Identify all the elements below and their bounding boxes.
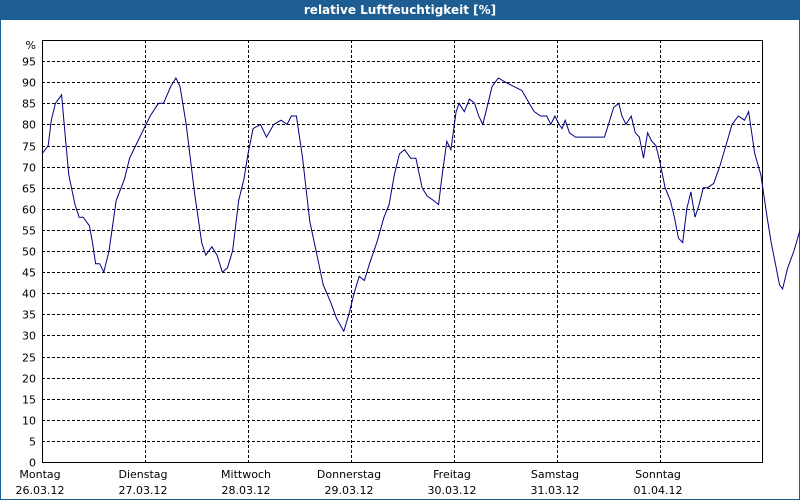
y-tick-label: 35 (22, 309, 36, 322)
y-tick-label: 30 (22, 330, 36, 343)
y-tick-label: 80 (22, 119, 36, 132)
y-tick-label: 85 (22, 98, 36, 111)
x-day-date-label: 31.03.12 (531, 484, 580, 497)
x-day-weekday-label: Freitag (433, 468, 471, 481)
y-tick-label: 60 (22, 204, 36, 217)
y-tick-label: 15 (22, 394, 36, 407)
y-axis-unit-label: % (26, 39, 36, 52)
x-day-date-label: 01.04.12 (634, 484, 683, 497)
y-tick-label: 95 (22, 56, 36, 69)
x-day-weekday-label: Montag (19, 468, 60, 481)
x-day-weekday-label: Samstag (531, 468, 579, 481)
grid-lines (42, 40, 762, 463)
y-tick-label: 45 (22, 267, 36, 280)
y-tick-label: 5 (29, 436, 36, 449)
x-day-weekday-label: Mittwoch (221, 468, 271, 481)
y-tick-label: 65 (22, 183, 36, 196)
y-tick-label: 10 (22, 415, 36, 428)
y-tick-label: 70 (22, 162, 36, 175)
y-axis-ticks: 05101520253035404550556065707580859095 (22, 56, 36, 470)
x-day-weekday-label: Dienstag (118, 468, 167, 481)
x-day-date-label: 29.03.12 (325, 484, 374, 497)
y-tick-label: 90 (22, 77, 36, 90)
y-tick-label: 20 (22, 373, 36, 386)
y-tick-label: 55 (22, 225, 36, 238)
x-day-date-label: 26.03.12 (16, 484, 65, 497)
humidity-series-line (41, 76, 800, 333)
x-day-weekday-label: Donnerstag (317, 468, 381, 481)
x-day-date-label: 30.03.12 (428, 484, 477, 497)
y-tick-label: 75 (22, 141, 36, 154)
x-day-date-label: 28.03.12 (222, 484, 271, 497)
x-axis-day-labels: Montag 26.03.12 Dienstag 27.03.12 Mittwoch 28… (16, 468, 683, 497)
x-day-weekday-label: Sonntag (635, 468, 681, 481)
y-tick-label: 40 (22, 288, 36, 301)
y-tick-label: 25 (22, 352, 36, 365)
humidity-chart: 05101520253035404550556065707580859095 %… (16, 39, 800, 497)
x-day-date-label: 27.03.12 (119, 484, 168, 497)
y-tick-label: 50 (22, 246, 36, 259)
